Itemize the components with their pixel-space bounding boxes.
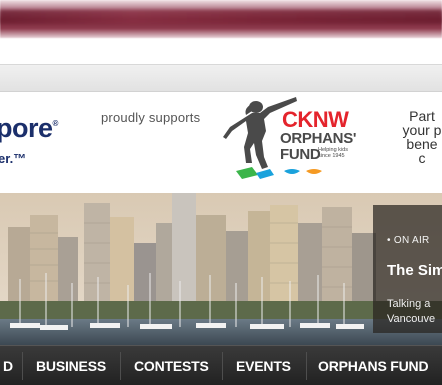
- on-air-panel[interactable]: • ON AIR The Sim Talking a Vancouve: [373, 205, 442, 333]
- fund-logo-tagline: Helping kids since 1945: [318, 147, 348, 159]
- nav-item-orphans-fund[interactable]: ORPHANS FUND: [318, 346, 429, 385]
- on-air-show-title[interactable]: The Sim: [387, 262, 442, 279]
- partner-message: Part your p bene c: [402, 108, 442, 166]
- main-navigation: D BUSINESS CONTESTS EVENTS ORPHANS FUND: [0, 345, 442, 385]
- sponsor-brand-tagline: er.™: [0, 151, 27, 166]
- sponsor-brand-logo: pore®: [0, 113, 58, 143]
- hero-city-image[interactable]: • ON AIR The Sim Talking a Vancouve: [0, 193, 442, 345]
- on-air-description: Talking a Vancouve: [387, 298, 436, 325]
- fund-logo-fund: FUND: [280, 146, 321, 163]
- sponsor-banner[interactable]: pore® er.™ proudly supports CKNW ORPHANS…: [0, 93, 442, 193]
- nav-item-contests[interactable]: CONTESTS: [134, 346, 209, 385]
- nav-divider: [120, 352, 121, 380]
- nav-divider: [306, 352, 307, 380]
- on-air-label: • ON AIR: [387, 235, 430, 246]
- proudly-supports-label: proudly supports: [101, 110, 201, 125]
- nav-item-partial[interactable]: D: [3, 346, 13, 385]
- nav-item-events[interactable]: EVENTS: [236, 346, 291, 385]
- fund-logo-orphans: ORPHANS': [280, 130, 357, 147]
- nav-divider: [22, 352, 23, 380]
- nav-item-business[interactable]: BUSINESS: [36, 346, 106, 385]
- secondary-toolbar: [0, 64, 442, 92]
- nav-divider: [222, 352, 223, 380]
- top-header-band: [0, 10, 442, 24]
